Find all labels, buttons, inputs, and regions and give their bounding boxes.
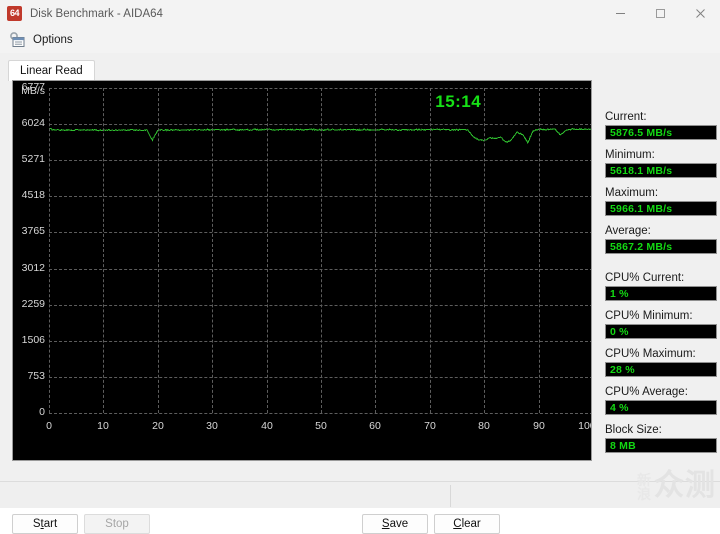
disk-benchmark-window: 64 Disk Benchmark - AIDA64 Options Linea… [0, 0, 720, 534]
status-bar [0, 481, 720, 508]
stat-label: Maximum: [605, 187, 659, 199]
tab-strip: Linear Read [8, 60, 95, 81]
aida64-64-icon: 64 [7, 6, 22, 21]
stat-value: 5876.5 MB/s [605, 125, 717, 140]
chart-x-axis-label: 80 [478, 420, 490, 432]
chart-x-axis-label: 30 [206, 420, 218, 432]
chart-y-axis-label: 3012 [21, 262, 45, 274]
chart-x-axis-label: 100 % [578, 420, 591, 432]
stat-label: CPU% Minimum: [605, 310, 693, 322]
chart-gridline-vertical [103, 88, 104, 413]
chart-y-axis-label: 2259 [21, 298, 45, 310]
chart-y-axis-label: 753 [27, 370, 45, 382]
stat-group: Current: 5876.5 MB/s [605, 111, 717, 140]
chart-x-axis-label: 60 [369, 420, 381, 432]
stat-value: 8 MB [605, 438, 717, 453]
chart-gridline-vertical [321, 88, 322, 413]
window-buttons [600, 0, 720, 27]
window-title: Disk Benchmark - AIDA64 [30, 7, 163, 20]
chart-x-axis-label: 10 [97, 420, 109, 432]
chart-gridline-vertical [49, 88, 50, 413]
stat-label: Minimum: [605, 149, 655, 161]
chart-y-axis-label: 6777 [21, 81, 45, 93]
stat-group: Block Size: 8 MB [605, 424, 717, 453]
close-icon[interactable] [680, 0, 720, 27]
chart-plot-area: MB/s 15:14 6777 6024 5271 4518 3765 3012 2259 1… [21, 81, 591, 432]
chart-y-axis-label: 3765 [21, 225, 45, 237]
stat-value: 0 % [605, 324, 717, 339]
clear-button-label: Clear [453, 518, 481, 530]
chart-gridline-vertical [267, 88, 268, 413]
stat-value: 4 % [605, 400, 717, 415]
start-button-label: Start [32, 518, 58, 530]
stat-label: Average: [605, 225, 651, 237]
chart-y-axis-label: 5271 [21, 153, 45, 165]
start-button[interactable]: Start [12, 514, 78, 534]
options-gear-icon [9, 32, 26, 48]
clear-button[interactable]: Clear [434, 514, 500, 534]
statistics-panel: Current: 5876.5 MB/s Minimum: 5618.1 MB/s Ma… [605, 111, 717, 462]
stat-value: 1 % [605, 286, 717, 301]
chart-gridline-horizontal [49, 413, 591, 414]
chart-y-axis-label: 0 [39, 406, 45, 418]
chart-gridline-vertical [484, 88, 485, 413]
stat-label: CPU% Maximum: [605, 348, 696, 360]
chart-y-axis-label: 4518 [21, 189, 45, 201]
stat-spacer [605, 263, 717, 272]
stat-group: Maximum: 5966.1 MB/s [605, 187, 717, 216]
stat-group: CPU% Average: 4 % [605, 386, 717, 415]
stop-button-label: Stop [105, 518, 129, 530]
content-area: Linear Read MB/s 15:14 6777 6024 5271 4518 3… [0, 53, 720, 534]
stat-label: CPU% Average: [605, 386, 688, 398]
menu-bar: Options [0, 27, 720, 54]
stat-label: CPU% Current: [605, 272, 685, 284]
chart-gridline-vertical [430, 88, 431, 413]
status-divider [450, 485, 451, 507]
save-button[interactable]: Save [362, 514, 428, 534]
chart-gridline-vertical [212, 88, 213, 413]
title-bar: 64 Disk Benchmark - AIDA64 [0, 0, 720, 28]
chart-x-axis-label: 40 [261, 420, 273, 432]
stat-label: Block Size: [605, 424, 662, 436]
stat-value: 5966.1 MB/s [605, 201, 717, 216]
minimize-icon[interactable] [600, 0, 640, 27]
chart-y-axis-label: 1506 [21, 334, 45, 346]
chart-y-axis-label: 6024 [21, 117, 45, 129]
tab-linear-read[interactable]: Linear Read [8, 60, 95, 81]
chart-x-axis-label: 0 [46, 420, 52, 432]
stat-group: CPU% Maximum: 28 % [605, 348, 717, 377]
stat-value: 5867.2 MB/s [605, 239, 717, 254]
chart-gridline-vertical [539, 88, 540, 413]
stat-group: Average: 5867.2 MB/s [605, 225, 717, 254]
menu-item-options[interactable]: Options [33, 34, 73, 46]
save-button-label: Save [381, 518, 409, 530]
stat-value: 5618.1 MB/s [605, 163, 717, 178]
chart-x-axis-label: 70 [424, 420, 436, 432]
stat-group: CPU% Minimum: 0 % [605, 310, 717, 339]
elapsed-timer: 15:14 [435, 92, 482, 111]
chart-gridline-vertical [158, 88, 159, 413]
benchmark-chart: MB/s 15:14 6777 6024 5271 4518 3765 3012 2259 1… [12, 80, 592, 461]
stop-button: Stop [84, 514, 150, 534]
chart-x-axis-label: 50 [315, 420, 327, 432]
chart-x-axis-label: 20 [152, 420, 164, 432]
stat-label: Current: [605, 111, 647, 123]
maximize-icon[interactable] [640, 0, 680, 27]
stat-group: Minimum: 5618.1 MB/s [605, 149, 717, 178]
chart-x-axis-label: 90 [533, 420, 545, 432]
stat-value: 28 % [605, 362, 717, 377]
chart-gridline-vertical [375, 88, 376, 413]
stat-group: CPU% Current: 1 % [605, 272, 717, 301]
